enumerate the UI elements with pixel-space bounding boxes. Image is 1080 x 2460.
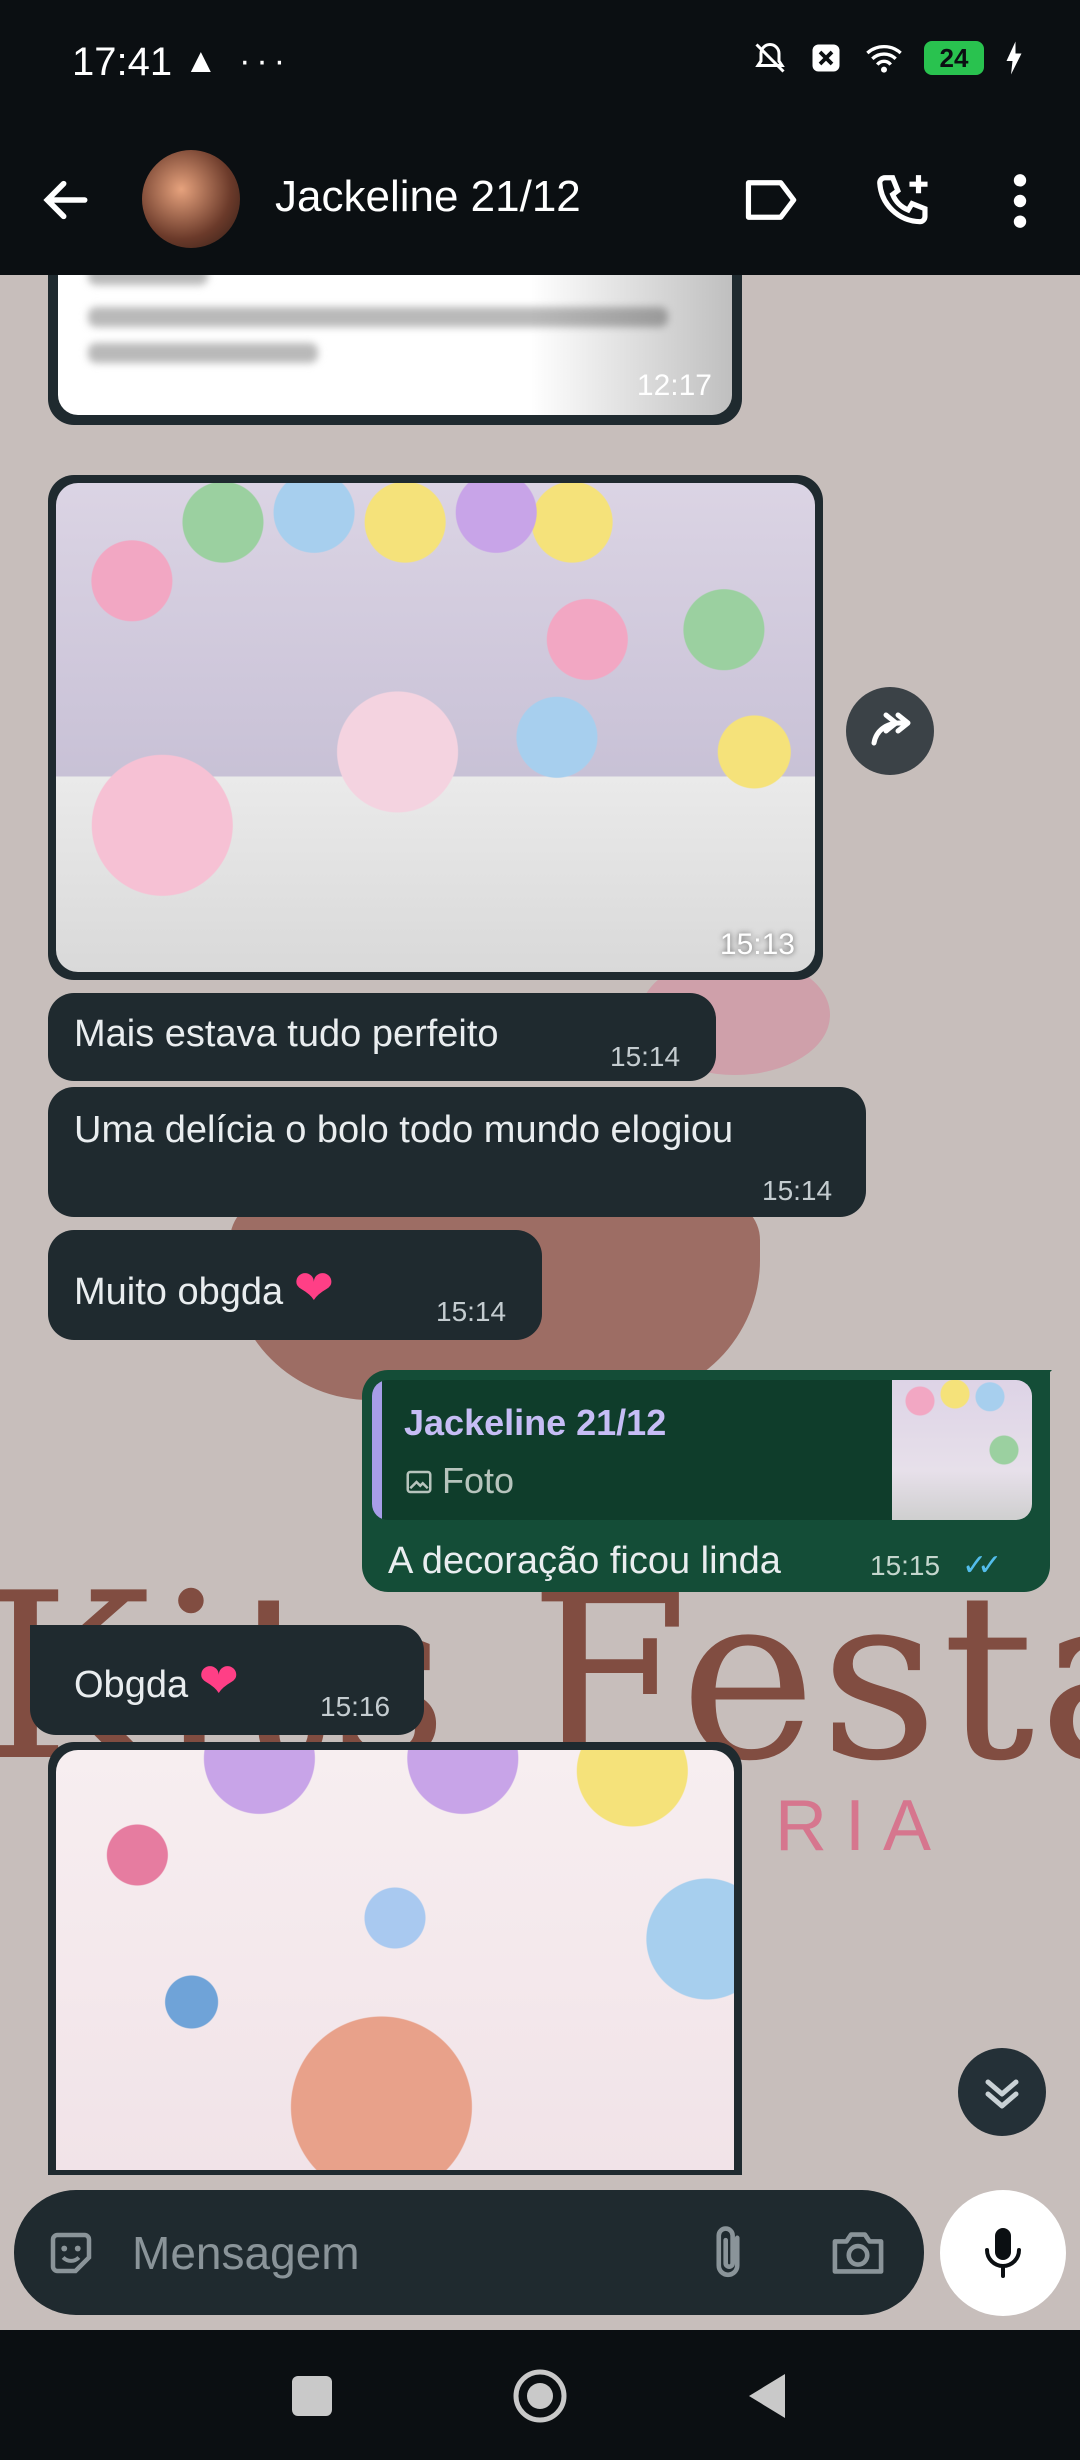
message-text: Mais estava tudo perfeito [74, 1013, 499, 1055]
document-shade [58, 275, 732, 415]
message-time: 15:14 [762, 1175, 833, 1206]
quote-accent-bar [372, 1380, 382, 1520]
quoted-type: Foto [404, 1460, 514, 1502]
chat-header: Jackeline 21/12 [0, 120, 1080, 275]
status-bar: 17:41 ▲ ··· 24 [0, 0, 1080, 120]
double-chevron-down-icon [985, 2079, 1019, 2109]
home-button[interactable] [512, 2368, 568, 2424]
label-icon[interactable] [742, 175, 798, 225]
sticker-emoji-icon[interactable] [44, 2226, 98, 2280]
forward-button[interactable] [846, 687, 934, 775]
camera-icon[interactable] [828, 2226, 888, 2280]
butterfly-backdrop-photo[interactable] [56, 1750, 734, 2170]
message-time: 15:14 [436, 1296, 507, 1327]
status-notification-icons: ▲ ··· [184, 42, 292, 80]
party-decoration-photo[interactable] [56, 483, 815, 972]
message-text: Uma delícia o bolo todo mundo elogiou [74, 1109, 734, 1151]
microphone-icon [985, 2228, 1021, 2278]
silent-icon [755, 42, 785, 73]
message-text-body: Muito obgda [74, 1271, 284, 1313]
message-text: Muito obgda ❤ [74, 1260, 334, 1316]
recents-button[interactable] [292, 2376, 332, 2416]
incoming-message[interactable]: Muito obgda ❤ 15:14 [48, 1230, 542, 1340]
scroll-to-bottom-button[interactable] [958, 2048, 1046, 2136]
back-triangle-icon[interactable] [745, 2370, 789, 2422]
chat-area[interactable]: Kits Festa RIA 12:17 15:13 Mais estava t… [0, 275, 1080, 2175]
quoted-type-label: Foto [442, 1460, 515, 1501]
image-message[interactable] [48, 1742, 742, 2175]
battery-indicator: 24 [924, 41, 984, 75]
heart-emoji: ❤ [198, 1655, 239, 1708]
status-right-icons: 24 [752, 40, 1024, 76]
incoming-message[interactable]: Uma delícia o bolo todo mundo elogiou 15… [48, 1087, 866, 1217]
message-time: 15:13 [719, 928, 795, 961]
image-message[interactable]: 15:13 [48, 475, 823, 980]
quoted-sender: Jackeline 21/12 [404, 1402, 667, 1443]
outgoing-reply-message[interactable]: Jackeline 21/12 Foto A decoração ficou l… [362, 1370, 1050, 1592]
attach-icon[interactable] [704, 2224, 752, 2284]
incoming-message[interactable]: Mais estava tudo perfeito 15:14 [48, 993, 716, 1081]
forward-icon [871, 712, 911, 746]
message-time: 15:14 [610, 1041, 681, 1072]
message-input[interactable] [130, 2220, 694, 2286]
back-arrow-icon[interactable] [38, 172, 94, 228]
heart-emoji: ❤ [293, 1262, 334, 1315]
contact-name[interactable]: Jackeline 21/12 [275, 172, 581, 222]
message-time: 12:17 [636, 369, 712, 402]
message-text: Obgda ❤ [74, 1653, 239, 1709]
message-time: 15:16 [320, 1691, 391, 1722]
document-preview: 12:17 [58, 275, 732, 415]
document-message[interactable]: 12:17 [48, 275, 742, 425]
image-icon [406, 1470, 432, 1494]
sim-off-icon [812, 44, 840, 72]
composer-bar [0, 2175, 1080, 2330]
wallpaper-subtitle: RIA [775, 1786, 950, 1866]
more-options-icon[interactable] [1000, 170, 1040, 232]
message-time: 15:15 [870, 1550, 941, 1581]
charging-icon [1006, 41, 1022, 75]
message-text-body: Obgda [74, 1664, 189, 1706]
add-call-icon[interactable] [872, 170, 934, 232]
read-ticks-icon: ✓✓ [962, 1549, 1002, 1582]
incoming-message[interactable]: Obgda ❤ 15:16 [30, 1625, 424, 1735]
wifi-icon [866, 45, 902, 73]
status-time: 17:41 [72, 40, 173, 84]
quoted-thumbnail [892, 1380, 1032, 1520]
message-text: A decoração ficou linda [388, 1540, 781, 1582]
system-navigation-bar [0, 2330, 1080, 2460]
contact-avatar[interactable] [142, 150, 240, 248]
message-input-container[interactable] [14, 2190, 924, 2315]
voice-message-button[interactable] [940, 2190, 1066, 2316]
quoted-message[interactable]: Jackeline 21/12 Foto [372, 1380, 1032, 1520]
